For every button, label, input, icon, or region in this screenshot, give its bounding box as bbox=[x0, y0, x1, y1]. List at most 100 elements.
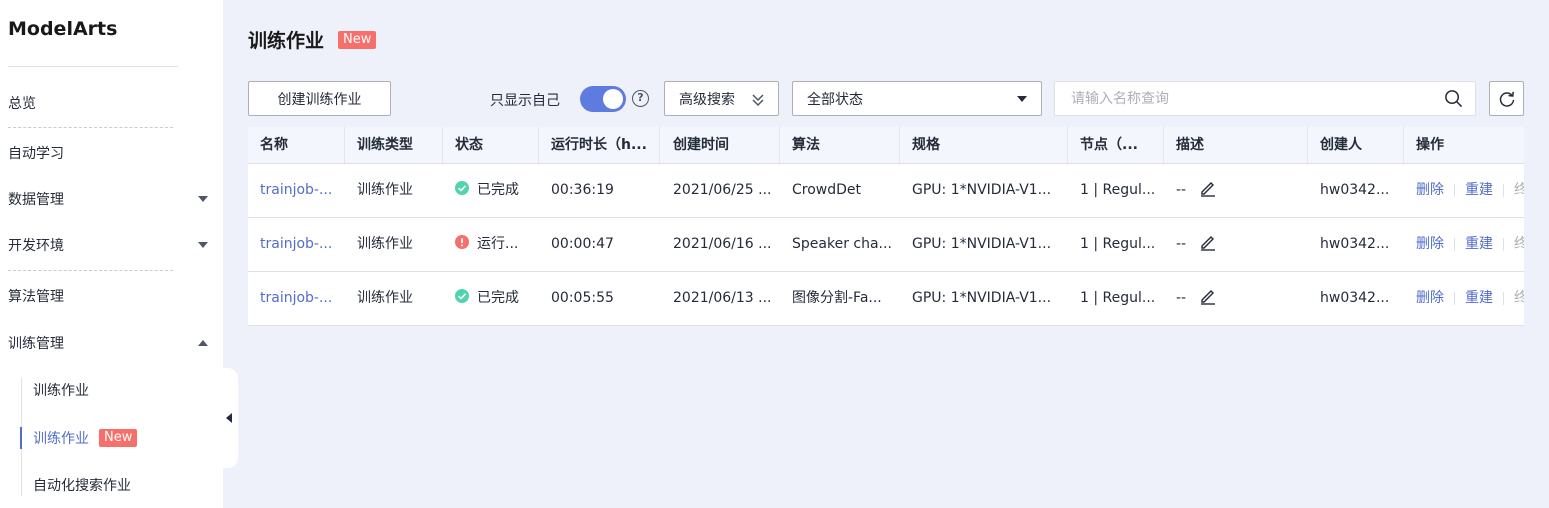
job-operations: 删除 重建 终 bbox=[1416, 272, 1524, 325]
double-chevron-down-icon bbox=[752, 94, 764, 107]
col-header-node[interactable]: 节点（... bbox=[1080, 127, 1160, 163]
rebuild-link[interactable]: 重建 bbox=[1465, 290, 1493, 306]
delete-link[interactable]: 删除 bbox=[1416, 182, 1444, 198]
col-header-algorithm[interactable]: 算法 bbox=[792, 127, 892, 163]
terminate-link[interactable]: 终 bbox=[1514, 290, 1524, 306]
column-divider bbox=[1403, 127, 1404, 163]
refresh-button[interactable] bbox=[1489, 81, 1524, 116]
sidebar-item-label: 训练作业 bbox=[33, 431, 89, 447]
active-indicator bbox=[20, 427, 22, 449]
job-duration: 00:00:47 bbox=[551, 236, 614, 252]
status-text: 已完成 bbox=[477, 182, 519, 198]
col-header-status[interactable]: 状态 bbox=[455, 127, 535, 163]
terminate-link[interactable]: 终 bbox=[1514, 236, 1524, 252]
col-header-name[interactable]: 名称 bbox=[260, 127, 340, 163]
status-text: 已完成 bbox=[477, 290, 519, 306]
rebuild-link[interactable]: 重建 bbox=[1465, 236, 1493, 252]
training-jobs-table: 名称 训练类型 状态 运行时长（h... 创建时间 算法 规格 节点（... 描… bbox=[248, 127, 1524, 326]
error-icon bbox=[455, 235, 469, 249]
sidebar-subitem-training-job[interactable]: 训练作业 bbox=[33, 380, 89, 400]
only-self-toggle[interactable] bbox=[580, 86, 626, 112]
page-title: 训练作业 New bbox=[248, 26, 377, 53]
sidebar-subitem-training-job-new[interactable]: 训练作业 New bbox=[33, 428, 138, 448]
search-icon[interactable] bbox=[1444, 89, 1463, 108]
create-training-job-button[interactable]: 创建训练作业 bbox=[248, 81, 391, 116]
job-name-link[interactable]: trainjob-... bbox=[260, 272, 344, 325]
job-status: 已完成 bbox=[455, 164, 539, 217]
job-spec: GPU: 1*NVIDIA-V1... bbox=[912, 290, 1052, 306]
job-spec: GPU: 1*NVIDIA-V1... bbox=[912, 182, 1052, 198]
chevron-down-icon bbox=[198, 242, 208, 248]
col-header-created[interactable]: 创建时间 bbox=[673, 127, 773, 163]
rebuild-link[interactable]: 重建 bbox=[1465, 182, 1493, 198]
col-header-description[interactable]: 描述 bbox=[1176, 127, 1296, 163]
description-text: -- bbox=[1176, 182, 1187, 198]
status-select[interactable]: 全部状态 bbox=[792, 81, 1042, 116]
job-created: 2021/06/25 ... bbox=[673, 182, 772, 198]
sidebar-item-auto-learning[interactable]: 自动学习 bbox=[8, 143, 216, 163]
brand-title: ModelArts bbox=[8, 18, 118, 40]
divider bbox=[1454, 237, 1455, 251]
col-header-operations: 操作 bbox=[1416, 137, 1444, 153]
job-created: 2021/06/16 ... bbox=[673, 236, 772, 252]
job-description: -- bbox=[1176, 272, 1296, 325]
sidebar-item-label: 自动化搜索作业 bbox=[33, 478, 131, 494]
col-header-creator[interactable]: 创建人 bbox=[1320, 127, 1400, 163]
column-divider bbox=[1163, 127, 1164, 163]
column-divider bbox=[1307, 127, 1308, 163]
search-input[interactable] bbox=[1069, 90, 1433, 108]
column-divider bbox=[538, 127, 539, 163]
terminate-link[interactable]: 终 bbox=[1514, 182, 1524, 198]
job-duration: 00:05:55 bbox=[551, 290, 614, 306]
caret-down-icon bbox=[1017, 96, 1027, 102]
edit-icon[interactable] bbox=[1199, 179, 1217, 197]
sidebar-subitem-auto-search-job[interactable]: 自动化搜索作业 bbox=[33, 475, 131, 495]
help-icon[interactable]: ? bbox=[632, 90, 649, 107]
new-badge: New bbox=[338, 30, 377, 49]
description-text: -- bbox=[1176, 236, 1187, 252]
job-duration: 00:36:19 bbox=[551, 182, 614, 198]
job-name-link[interactable]: trainjob-... bbox=[260, 164, 344, 217]
table-row: trainjob-... 训练作业 已完成 00:05:55 2021/06/1… bbox=[248, 272, 1524, 326]
job-status: 已完成 bbox=[455, 272, 539, 325]
description-text: -- bbox=[1176, 290, 1187, 306]
sidebar-item-overview[interactable]: 总览 bbox=[8, 93, 216, 113]
job-creator: hw0342... bbox=[1320, 236, 1390, 252]
chevron-left-icon bbox=[226, 413, 232, 423]
divider bbox=[1503, 183, 1504, 197]
toggle-knob bbox=[603, 89, 623, 109]
job-algorithm: 图像分割-Fa... bbox=[792, 290, 882, 306]
job-type: 训练作业 bbox=[357, 236, 413, 252]
job-description: -- bbox=[1176, 164, 1296, 217]
delete-link[interactable]: 删除 bbox=[1416, 236, 1444, 252]
success-icon bbox=[455, 289, 469, 303]
job-algorithm: CrowdDet bbox=[792, 182, 862, 198]
sidebar-collapse-button[interactable] bbox=[214, 368, 238, 468]
col-header-spec[interactable]: 规格 bbox=[912, 127, 1062, 163]
column-divider bbox=[779, 127, 780, 163]
sidebar-item-algorithm-management[interactable]: 算法管理 bbox=[8, 286, 216, 306]
chevron-up-icon bbox=[198, 340, 208, 346]
job-name-link[interactable]: trainjob-... bbox=[260, 218, 344, 271]
divider bbox=[1503, 291, 1504, 305]
status-select-value: 全部状态 bbox=[807, 91, 863, 108]
only-self-label: 只显示自己 bbox=[490, 93, 560, 109]
delete-link[interactable]: 删除 bbox=[1416, 290, 1444, 306]
sidebar-item-training-management[interactable]: 训练管理 bbox=[8, 333, 216, 353]
divider bbox=[1503, 237, 1504, 251]
job-created: 2021/06/13 ... bbox=[673, 290, 772, 306]
table-header: 名称 训练类型 状态 运行时长（h... 创建时间 算法 规格 节点（... 描… bbox=[248, 127, 1524, 164]
column-divider bbox=[344, 127, 345, 163]
job-type: 训练作业 bbox=[357, 182, 413, 198]
sidebar-item-data-management[interactable]: 数据管理 bbox=[8, 189, 216, 209]
advanced-search-button[interactable]: 高级搜索 bbox=[664, 81, 779, 116]
sidebar-item-label: 算法管理 bbox=[8, 289, 64, 305]
sidebar-item-label: 总览 bbox=[8, 96, 36, 112]
divider bbox=[8, 66, 178, 67]
col-header-duration[interactable]: 运行时长（h... bbox=[551, 127, 657, 163]
divider bbox=[8, 270, 173, 271]
edit-icon[interactable] bbox=[1199, 233, 1217, 251]
col-header-type[interactable]: 训练类型 bbox=[357, 127, 437, 163]
edit-icon[interactable] bbox=[1199, 287, 1217, 305]
sidebar-item-dev-env[interactable]: 开发环境 bbox=[8, 235, 216, 255]
